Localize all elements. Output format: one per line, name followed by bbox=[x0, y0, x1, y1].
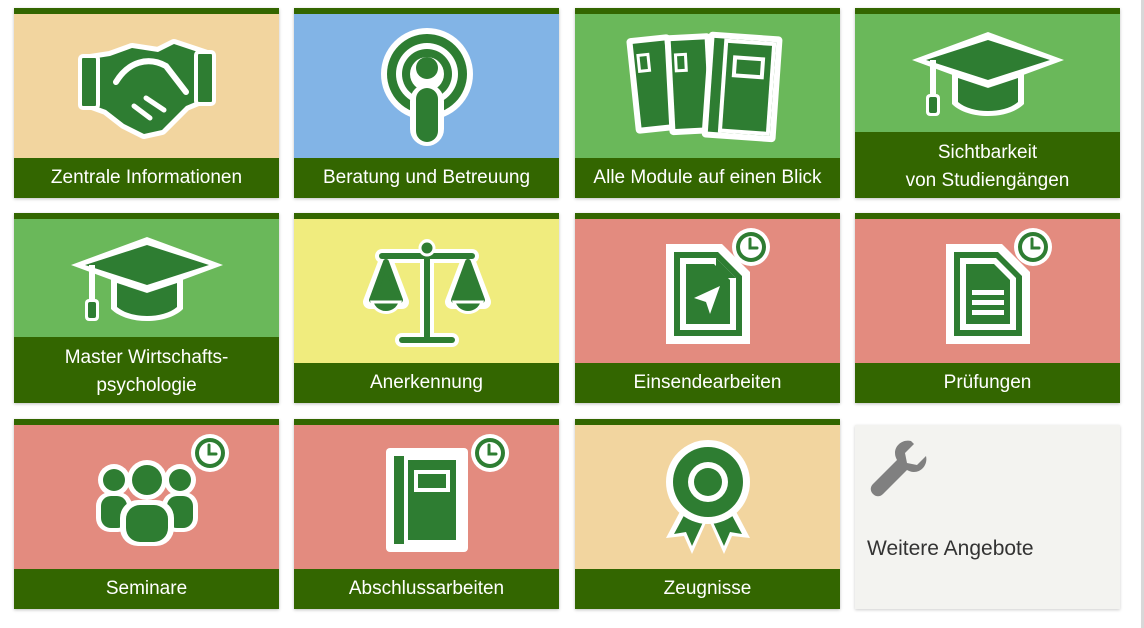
clock-icon bbox=[1014, 228, 1052, 266]
notebook-icon bbox=[385, 448, 468, 552]
tile-label: Weitere Angebote bbox=[867, 537, 1034, 560]
scales-icon bbox=[362, 239, 491, 347]
group-icon bbox=[95, 460, 198, 546]
tile-label: Sichtbarkeit von Studiengängen bbox=[855, 132, 1120, 198]
clock-icon bbox=[191, 434, 229, 472]
tile-weitere-angebote[interactable]: Weitere Angebote bbox=[855, 425, 1120, 609]
tile-label: Alle Module auf einen Blick bbox=[575, 158, 840, 198]
tile-label: Anerkennung bbox=[294, 363, 559, 403]
tile-abschlussarbeiten[interactable]: Abschlussarbeiten bbox=[294, 419, 559, 609]
tile-seminare[interactable]: Seminare bbox=[14, 419, 279, 609]
tile-alle-module[interactable]: Alle Module auf einen Blick bbox=[575, 8, 840, 198]
modules-icon bbox=[625, 31, 782, 143]
tile-anerkennung[interactable]: Anerkennung bbox=[294, 213, 559, 403]
tile-label: Master Wirtschafts- psychologie bbox=[14, 337, 279, 403]
tile-label: Seminare bbox=[14, 569, 279, 609]
tile-label: Zentrale Informationen bbox=[14, 158, 279, 198]
tile-label: Prüfungen bbox=[855, 363, 1120, 403]
tile-zeugnisse[interactable]: Zeugnisse bbox=[575, 419, 840, 609]
tile-sichtbarkeit[interactable]: Sichtbarkeit von Studiengängen bbox=[855, 8, 1120, 198]
graduation-cap-icon bbox=[911, 32, 1064, 116]
handshake-icon bbox=[77, 39, 216, 139]
tile-label: Zeugnisse bbox=[575, 569, 840, 609]
tile-beratung-und-betreuung[interactable]: Beratung und Betreuung bbox=[294, 8, 559, 198]
wrench-icon bbox=[870, 440, 927, 497]
tile-label: Beratung und Betreuung bbox=[294, 158, 559, 198]
graduation-cap-icon bbox=[70, 237, 223, 321]
tile-einsendearbeiten[interactable]: Einsendearbeiten bbox=[575, 213, 840, 403]
clock-icon bbox=[471, 434, 509, 472]
tile-label: Einsendearbeiten bbox=[575, 363, 840, 403]
award-icon bbox=[665, 440, 750, 554]
tile-pruefungen[interactable]: Prüfungen bbox=[855, 213, 1120, 403]
tile-label: Abschlussarbeiten bbox=[294, 569, 559, 609]
tile-zentrale-informationen[interactable]: Zentrale Informationen bbox=[14, 8, 279, 198]
podcast-icon bbox=[380, 28, 473, 146]
clock-icon bbox=[732, 228, 770, 266]
tile-master-wirtschaftspsychologie[interactable]: Master Wirtschafts- psychologie bbox=[14, 213, 279, 403]
